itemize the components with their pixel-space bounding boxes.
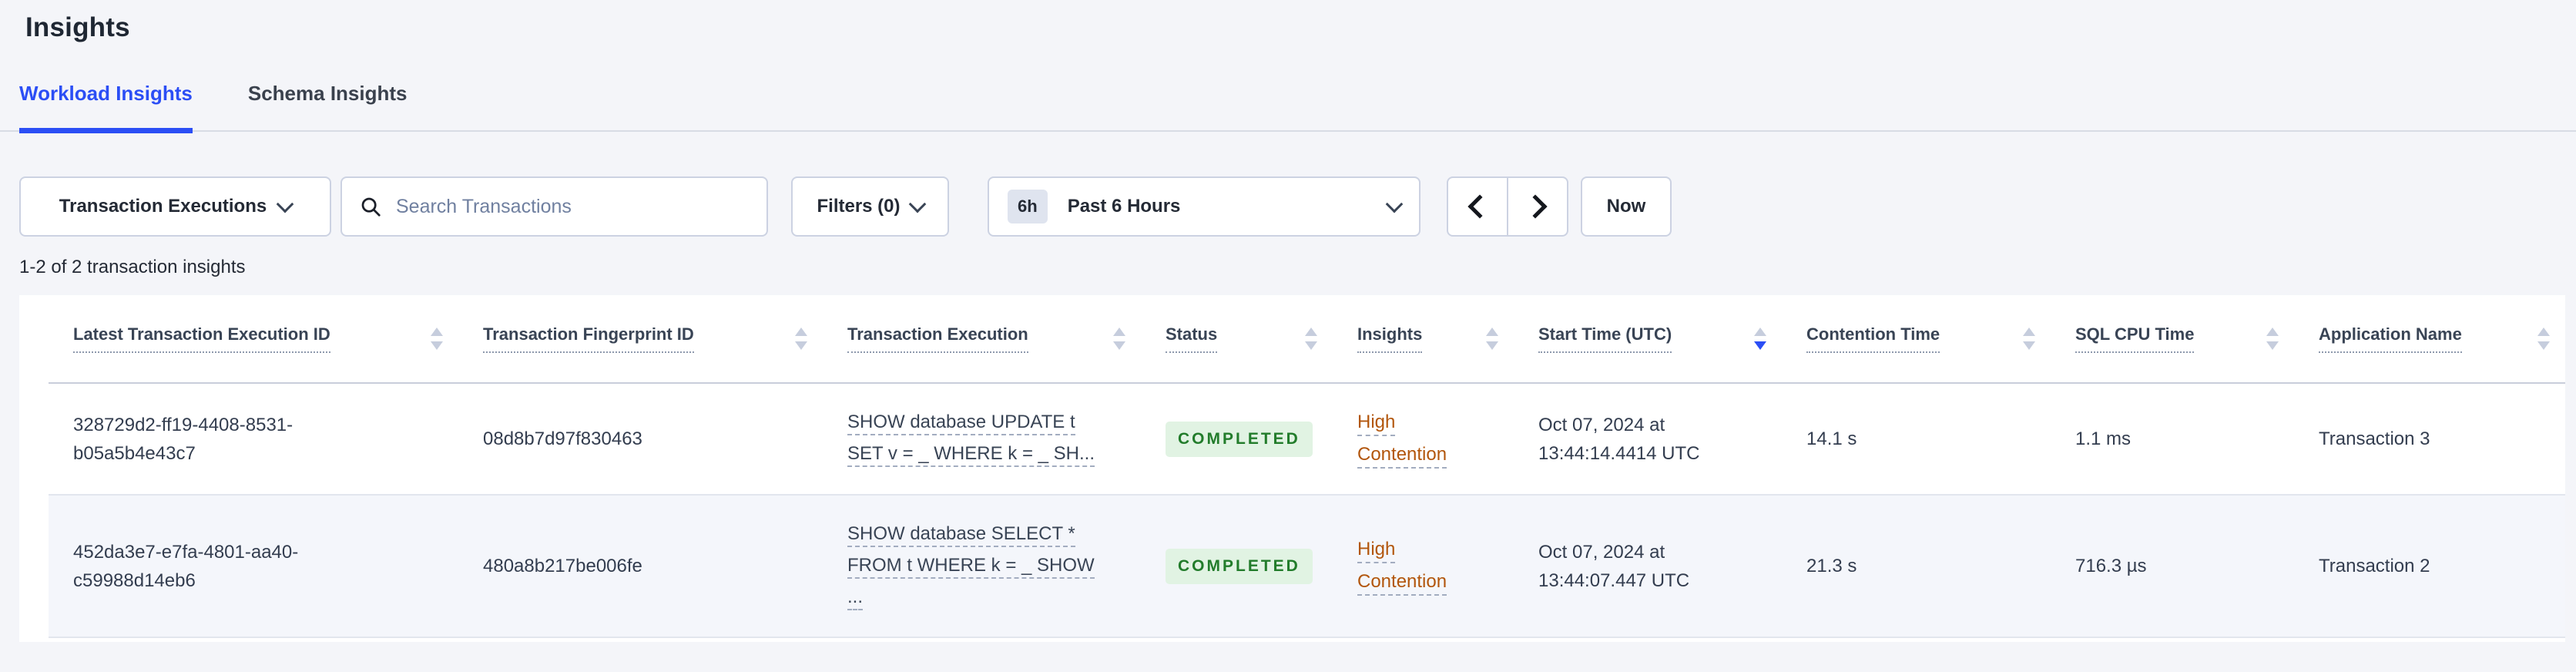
sort-icon-active-desc[interactable] (1754, 328, 1766, 350)
application-name: Transaction 3 (2319, 428, 2430, 449)
search-icon (361, 197, 381, 217)
now-button[interactable]: Now (1581, 176, 1672, 237)
chevron-down-icon (276, 195, 294, 213)
time-range-badge: 6h (1008, 190, 1048, 223)
time-pager (1447, 176, 1568, 237)
table-row: 452da3e7-e7fa-4801-aa40- c59988d14eb6 480… (49, 494, 2565, 638)
time-range-dropdown[interactable]: 6h Past 6 Hours (988, 176, 1420, 237)
column-header-latest-transaction-execution-id: Latest Transaction Execution ID (49, 295, 458, 384)
chevron-down-icon (908, 195, 926, 213)
column-label[interactable]: Application Name (2319, 324, 2462, 353)
start-time: Oct 07, 2024 at 13:44:07.447 UTC (1538, 541, 1690, 591)
time-range-label: Past 6 Hours (1067, 196, 1181, 217)
execution-type-dropdown[interactable]: Transaction Executions (19, 176, 331, 237)
contention-time: 14.1 s (1806, 428, 1857, 449)
chevron-left-icon (1467, 194, 1492, 219)
contention-time: 21.3 s (1806, 555, 1857, 576)
column-label[interactable]: Transaction Fingerprint ID (483, 324, 694, 353)
tab-schema-insights[interactable]: Schema Insights (248, 82, 408, 130)
latest-execution-id: 452da3e7-e7fa-4801-aa40- c59988d14eb6 (73, 541, 299, 591)
status-badge: COMPLETED (1166, 421, 1313, 457)
search-box[interactable] (340, 176, 768, 237)
sql-cpu-time: 716.3 µs (2075, 555, 2147, 576)
fingerprint-id: 08d8b7d97f830463 (483, 428, 642, 449)
column-label[interactable]: Transaction Execution (847, 324, 1028, 353)
column-label[interactable]: Latest Transaction Execution ID (73, 324, 330, 353)
status-badge: COMPLETED (1166, 548, 1313, 584)
sort-icon[interactable] (1486, 328, 1498, 350)
column-header-transaction-execution: Transaction Execution (823, 295, 1141, 384)
latest-execution-id: 328729d2-ff19-4408-8531- b05a5b4e43c7 (73, 414, 293, 464)
sort-icon[interactable] (2266, 328, 2279, 350)
results-summary: 1-2 of 2 transaction insights (19, 257, 246, 277)
high-contention-link[interactable]: High Contention (1357, 410, 1498, 469)
sql-cpu-time: 1.1 ms (2075, 428, 2132, 449)
tab-bar: Workload Insights Schema Insights (0, 82, 2576, 133)
column-label[interactable]: Status (1166, 324, 1218, 353)
sort-icon[interactable] (795, 328, 807, 350)
column-header-transaction-fingerprint-id: Transaction Fingerprint ID (458, 295, 823, 384)
column-label[interactable]: Contention Time (1806, 324, 1940, 353)
transaction-execution-link[interactable]: SHOW database SELECT * FROM t WHERE k = … (847, 522, 1125, 610)
page-title: Insights (25, 12, 130, 42)
transaction-insights-table: Latest Transaction Execution ID Transact… (49, 295, 2565, 638)
previous-time-button[interactable] (1447, 176, 1508, 237)
column-header-start-time: Start Time (UTC) (1514, 295, 1782, 384)
tab-workload-insights[interactable]: Workload Insights (19, 82, 193, 133)
application-name: Transaction 2 (2319, 555, 2430, 576)
fingerprint-id: 480a8b217be006fe (483, 555, 642, 576)
search-input[interactable] (394, 194, 750, 219)
column-header-sql-cpu-time: SQL CPU Time (2051, 295, 2294, 384)
sort-icon[interactable] (2537, 328, 2550, 350)
high-contention-link[interactable]: High Contention (1357, 537, 1498, 596)
column-header-insights: Insights (1333, 295, 1514, 384)
column-header-application-name: Application Name (2294, 295, 2565, 384)
sort-icon[interactable] (431, 328, 443, 350)
insights-table-card: Latest Transaction Execution ID Transact… (19, 295, 2565, 642)
table-row: 328729d2-ff19-4408-8531- b05a5b4e43c7 08d… (49, 383, 2565, 495)
chevron-down-icon (1385, 195, 1404, 213)
sort-icon[interactable] (1113, 328, 1125, 350)
execution-type-label: Transaction Executions (59, 196, 267, 217)
sort-icon[interactable] (2023, 328, 2035, 350)
filters-label: Filters (0) (817, 196, 901, 217)
chevron-right-icon (1523, 194, 1548, 219)
sort-icon[interactable] (1305, 328, 1317, 350)
filters-button[interactable]: Filters (0) (791, 176, 949, 237)
transaction-execution-link[interactable]: SHOW database UPDATE t SET v = _ WHERE k… (847, 411, 1125, 467)
column-label[interactable]: Insights (1357, 324, 1423, 353)
start-time: Oct 07, 2024 at 13:44:14.4414 UTC (1538, 414, 1700, 464)
next-time-button[interactable] (1508, 176, 1568, 237)
table-header-row: Latest Transaction Execution ID Transact… (49, 295, 2565, 384)
column-label[interactable]: Start Time (UTC) (1538, 324, 1672, 353)
toolbar: Transaction Executions Filters (0) 6h Pa… (19, 176, 2576, 237)
column-header-status: Status (1141, 295, 1333, 384)
column-label[interactable]: SQL CPU Time (2075, 324, 2195, 353)
column-header-contention-time: Contention Time (1782, 295, 2051, 384)
